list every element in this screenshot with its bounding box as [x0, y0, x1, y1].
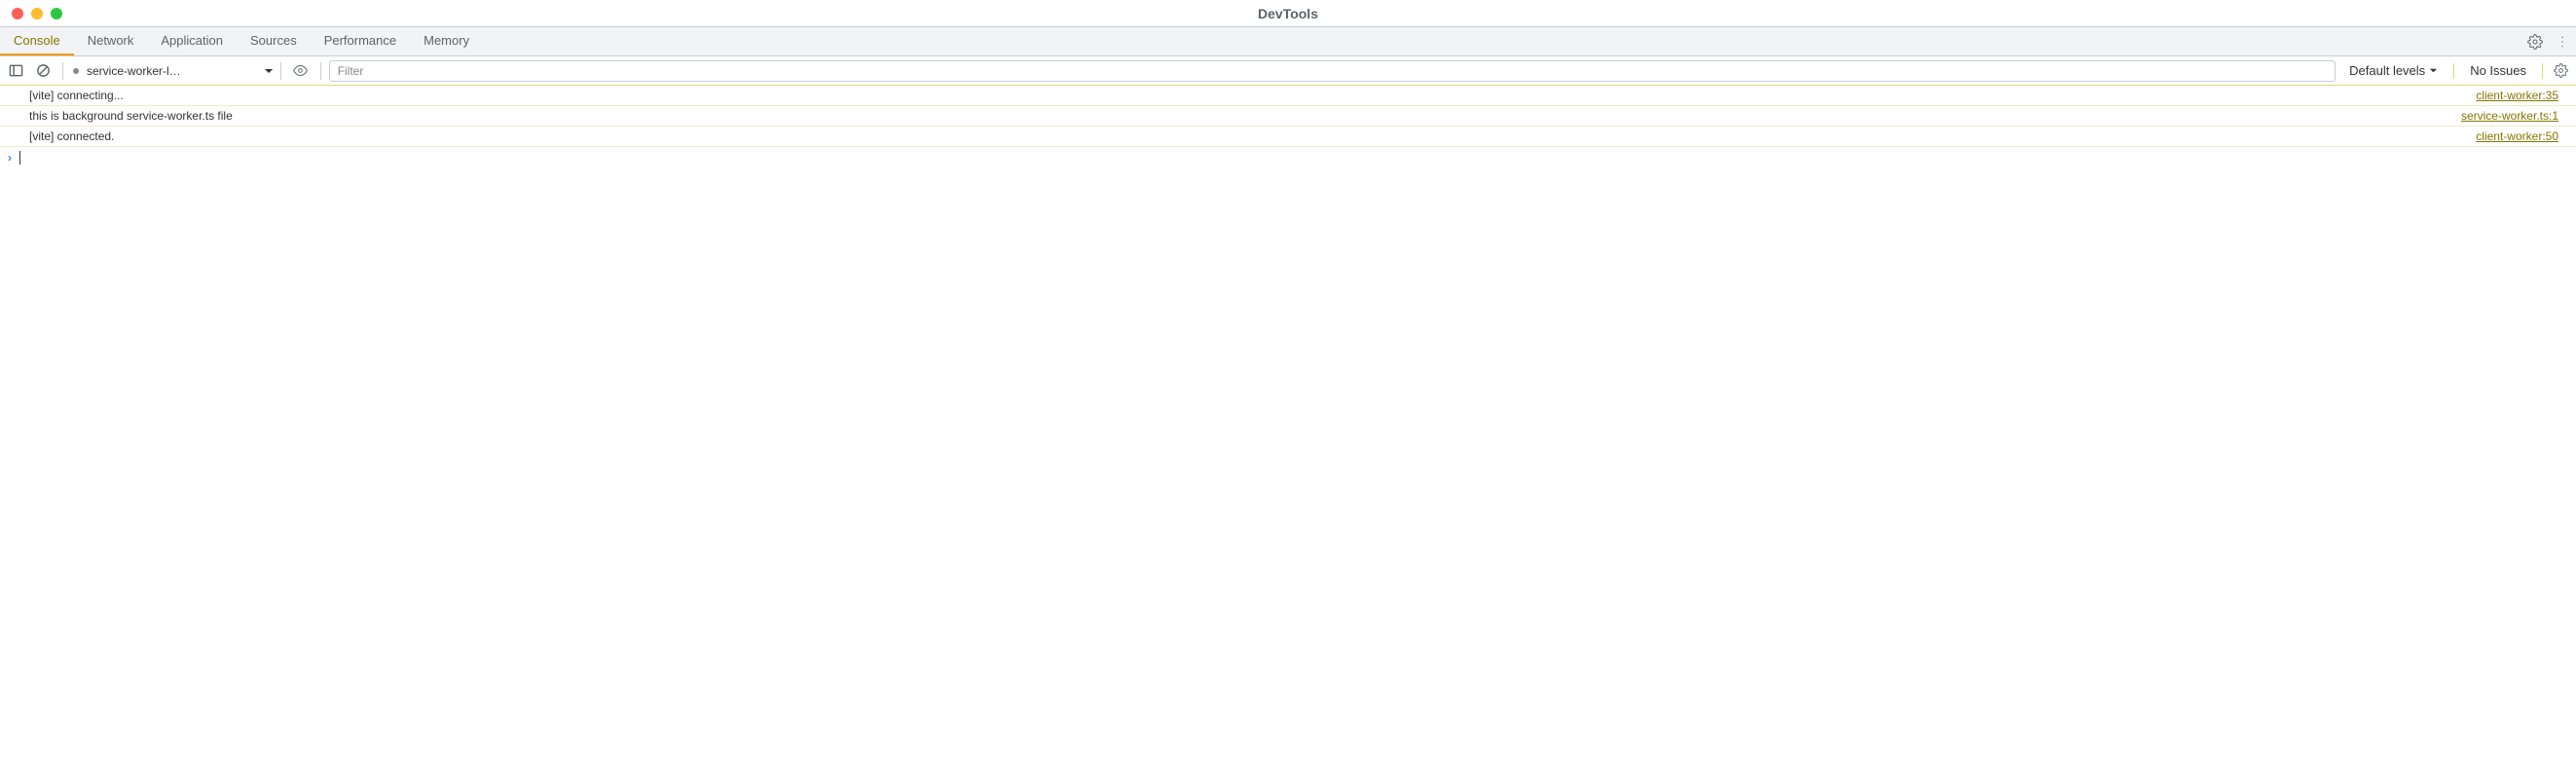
- message-source-link[interactable]: client-worker:35: [2476, 89, 2558, 102]
- message-source-link[interactable]: service-worker.ts:1: [2461, 109, 2558, 123]
- minimize-window-button[interactable]: [31, 8, 43, 19]
- live-expression-icon[interactable]: [289, 59, 313, 83]
- console-message: [vite] connecting... client-worker:35: [0, 86, 2576, 106]
- chevron-down-icon: [2429, 66, 2438, 75]
- message-source-link[interactable]: client-worker:50: [2476, 129, 2558, 143]
- message-text: [vite] connected.: [29, 129, 114, 143]
- context-label: service-worker-l…: [87, 64, 181, 78]
- context-bullet-icon: [71, 66, 81, 76]
- window-controls: [0, 8, 62, 19]
- toggle-sidebar-icon[interactable]: [4, 59, 27, 83]
- console-prompt[interactable]: ›: [0, 147, 2576, 168]
- log-levels-label: Default levels: [2349, 63, 2425, 78]
- log-levels-select[interactable]: Default levels: [2339, 63, 2447, 78]
- console-message: this is background service-worker.ts fil…: [0, 106, 2576, 127]
- title-bar: DevTools: [0, 0, 2576, 27]
- message-text: [vite] connecting...: [29, 89, 124, 102]
- console-messages: [vite] connecting... client-worker:35 th…: [0, 86, 2576, 147]
- chevron-down-icon: [245, 66, 273, 76]
- settings-icon[interactable]: [2521, 27, 2549, 55]
- console-settings-icon[interactable]: [2549, 59, 2572, 83]
- window-title: DevTools: [1258, 6, 1318, 21]
- tab-memory[interactable]: Memory: [410, 27, 483, 55]
- divider: [2542, 63, 2543, 79]
- console-message: [vite] connected. client-worker:50: [0, 127, 2576, 147]
- close-window-button[interactable]: [12, 8, 23, 19]
- divider: [62, 62, 63, 80]
- divider: [320, 62, 321, 80]
- console-toolbar: service-worker-l… Default levels No Issu…: [0, 56, 2576, 86]
- divider: [2453, 63, 2454, 79]
- prompt-chevron-icon: ›: [8, 151, 12, 164]
- clear-console-icon[interactable]: [31, 59, 55, 83]
- cursor: [19, 151, 20, 164]
- message-text: this is background service-worker.ts fil…: [29, 109, 233, 123]
- maximize-window-button[interactable]: [51, 8, 62, 19]
- tab-console[interactable]: Console: [0, 27, 74, 55]
- tab-sources[interactable]: Sources: [237, 27, 311, 55]
- context-selector[interactable]: service-worker-l…: [71, 64, 273, 78]
- divider: [280, 62, 281, 80]
- panel-tabs: Console Network Application Sources Perf…: [0, 27, 2576, 56]
- filter-input[interactable]: [329, 60, 2336, 82]
- issues-label[interactable]: No Issues: [2460, 63, 2536, 78]
- tab-performance[interactable]: Performance: [311, 27, 410, 55]
- tab-application[interactable]: Application: [147, 27, 237, 55]
- more-icon[interactable]: [2549, 27, 2576, 55]
- tab-network[interactable]: Network: [74, 27, 148, 55]
